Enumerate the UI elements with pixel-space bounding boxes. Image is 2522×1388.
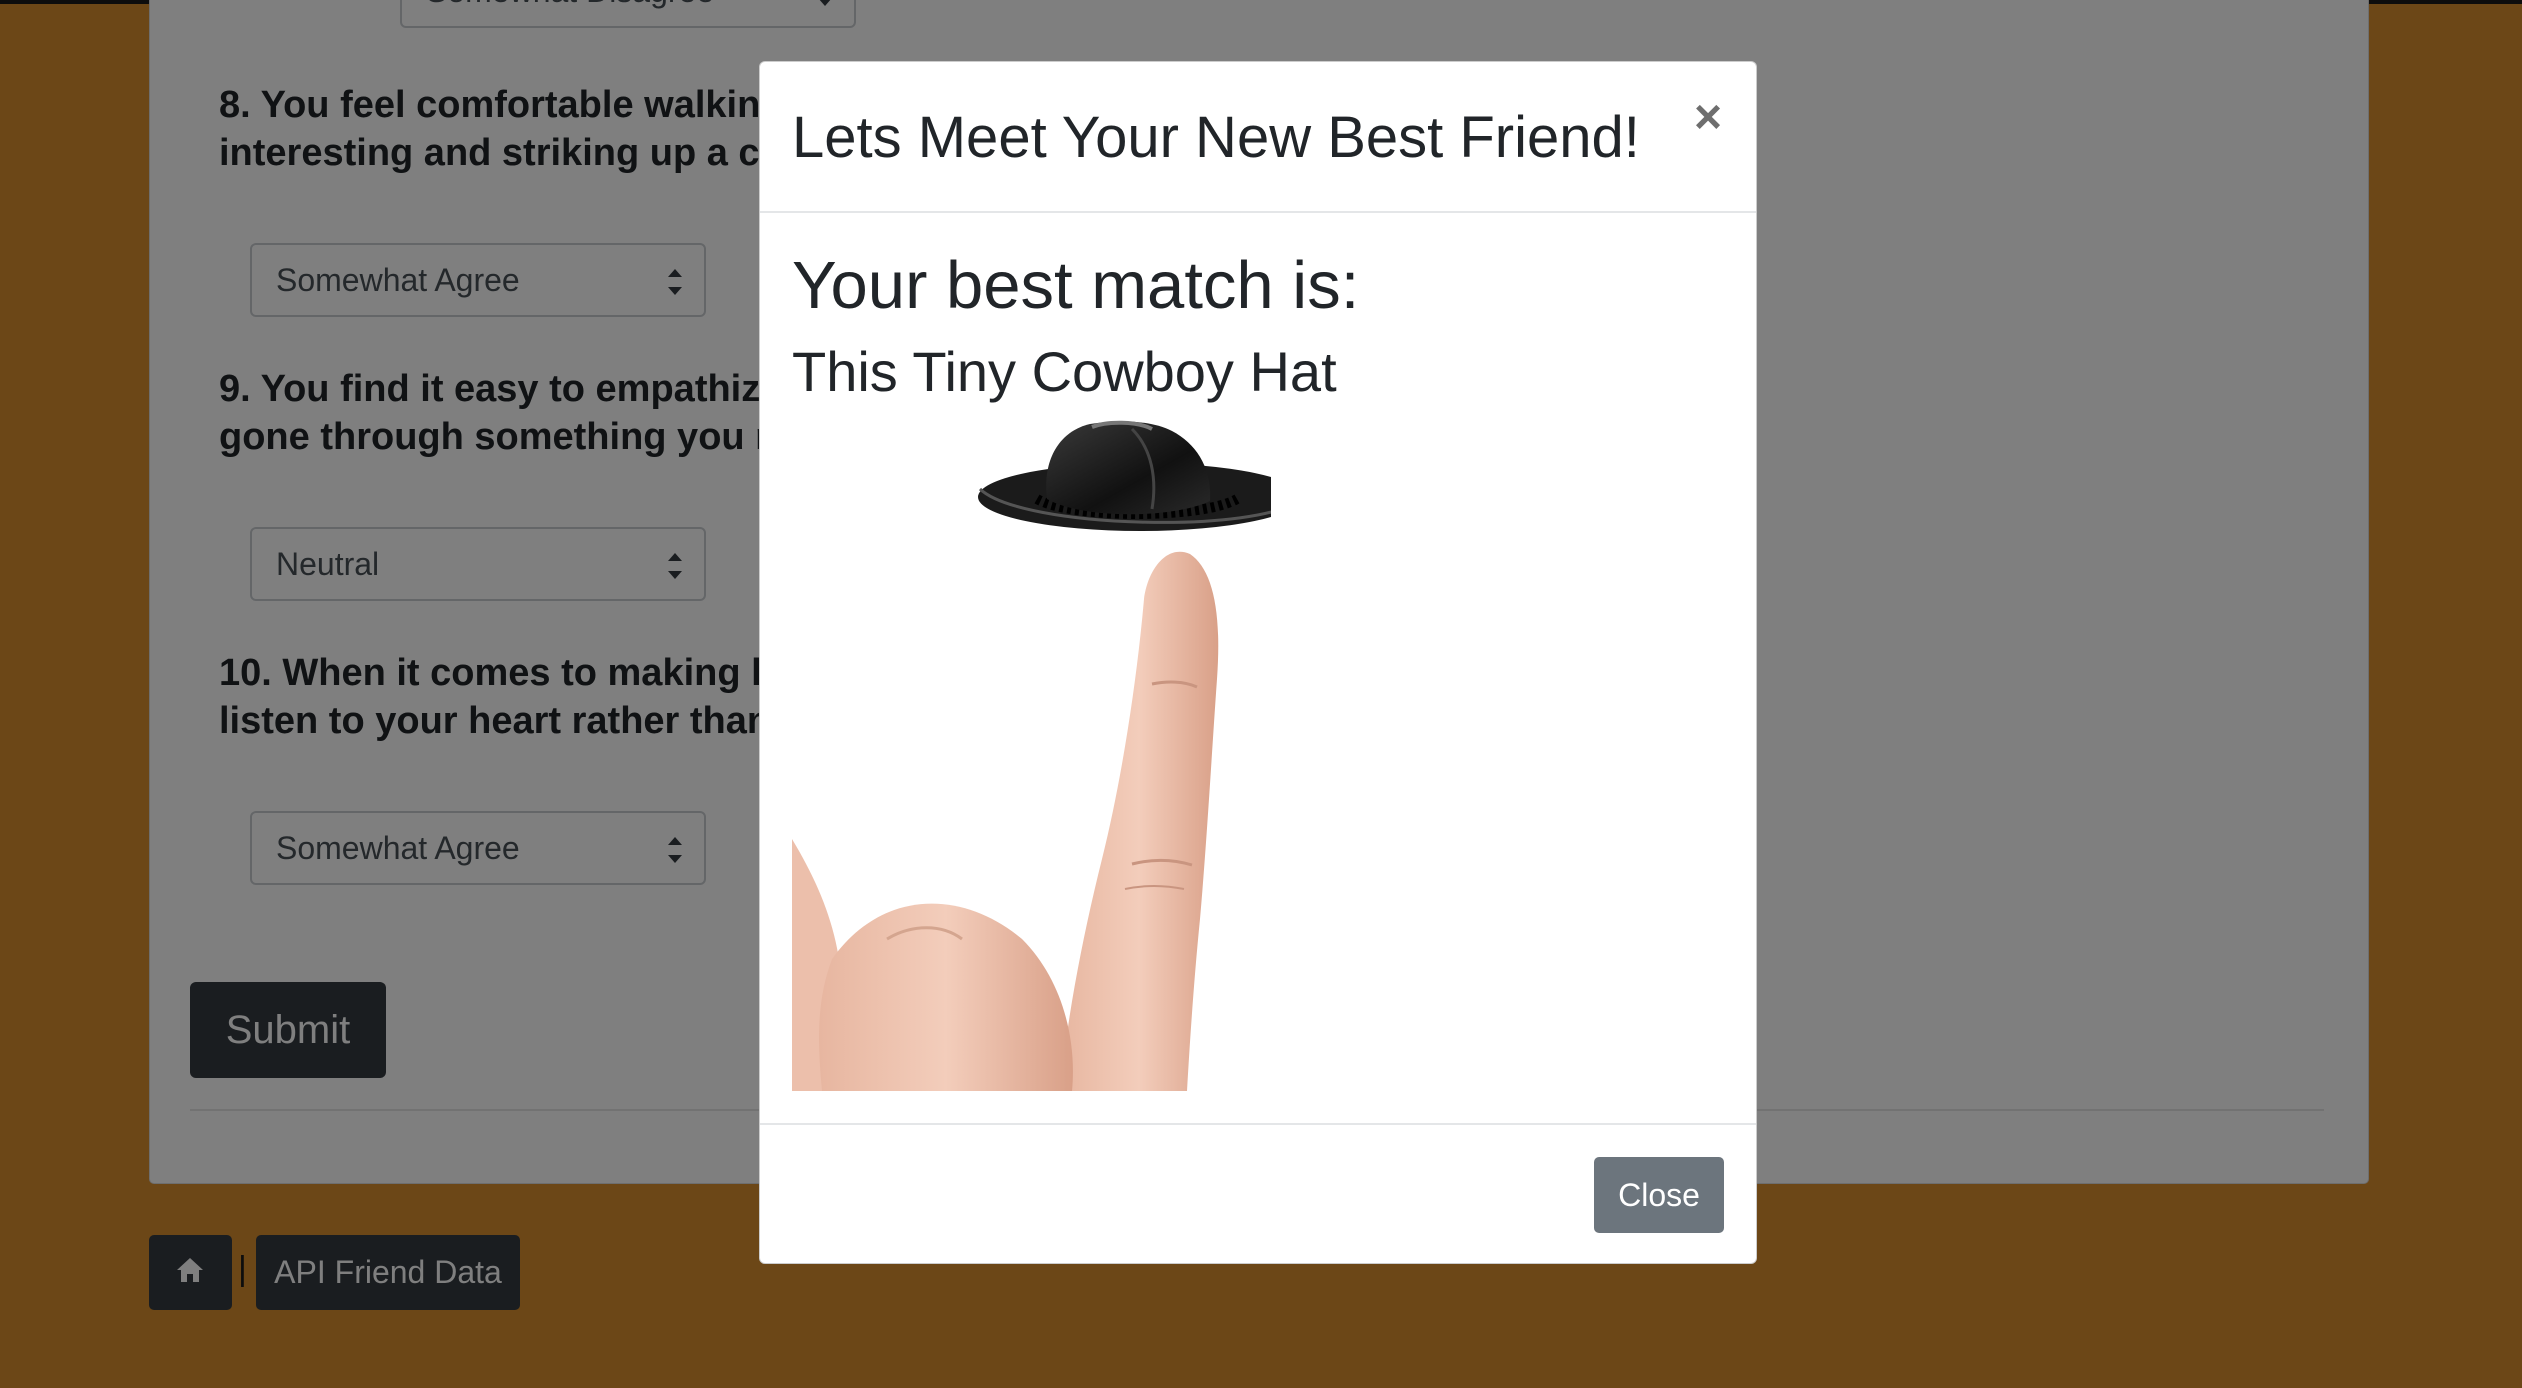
close-button[interactable]: Close	[1594, 1157, 1724, 1233]
match-label: Your best match is:	[792, 248, 1360, 323]
match-photo	[792, 419, 1271, 1091]
modal-title: Lets Meet Your New Best Friend!	[792, 105, 1640, 170]
modal-footer-divider	[760, 1123, 1756, 1125]
match-modal: Lets Meet Your New Best Friend! × Your b…	[759, 61, 1757, 1264]
close-icon[interactable]: ×	[1688, 94, 1728, 142]
match-name: This Tiny Cowboy Hat	[792, 340, 1337, 403]
modal-header-divider	[760, 211, 1756, 213]
